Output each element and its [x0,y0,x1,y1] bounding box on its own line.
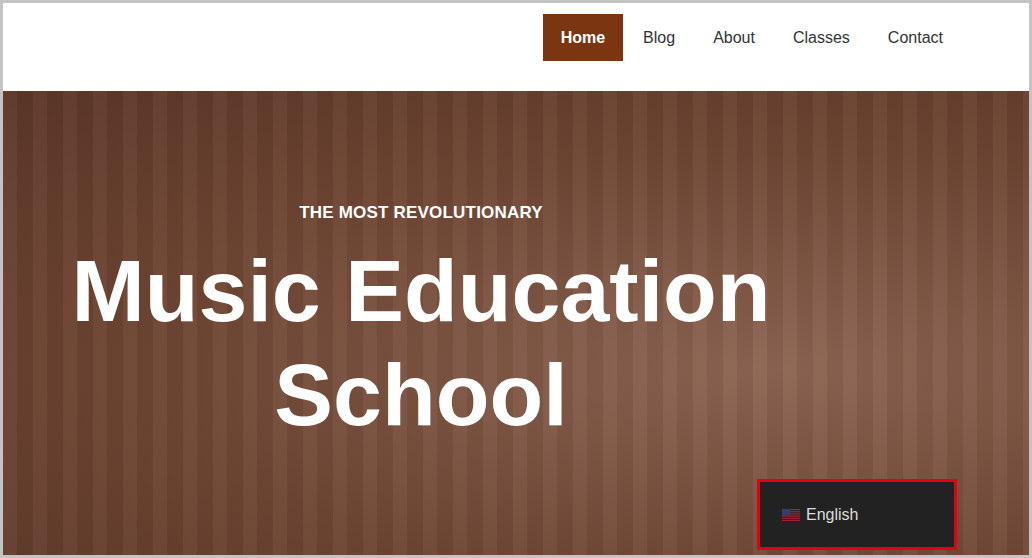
hero-title: Music EducationSchool [71,239,770,447]
main-nav: HomeBlogAboutClassesContact [543,14,961,61]
page: HomeBlogAboutClassesContact THE MOST REVO… [0,0,1032,558]
nav-item[interactable]: Home [543,14,623,61]
site-header: HomeBlogAboutClassesContact [3,3,1029,91]
nav-item[interactable]: Classes [775,14,868,61]
language-switcher[interactable]: English [757,479,957,550]
language-label: English [806,506,858,524]
hero-content: THE MOST REVOLUTIONARY Music EducationSch… [3,91,839,447]
hero-banner: THE MOST REVOLUTIONARY Music EducationSch… [3,91,1029,555]
us-flag-icon [782,509,800,521]
nav-item[interactable]: Contact [870,14,961,61]
hero-title-line: School [71,343,770,447]
hero-kicker: THE MOST REVOLUTIONARY [299,203,543,223]
nav-item[interactable]: Blog [625,14,693,61]
hero-title-line: Music Education [71,239,770,343]
nav-item[interactable]: About [695,14,773,61]
